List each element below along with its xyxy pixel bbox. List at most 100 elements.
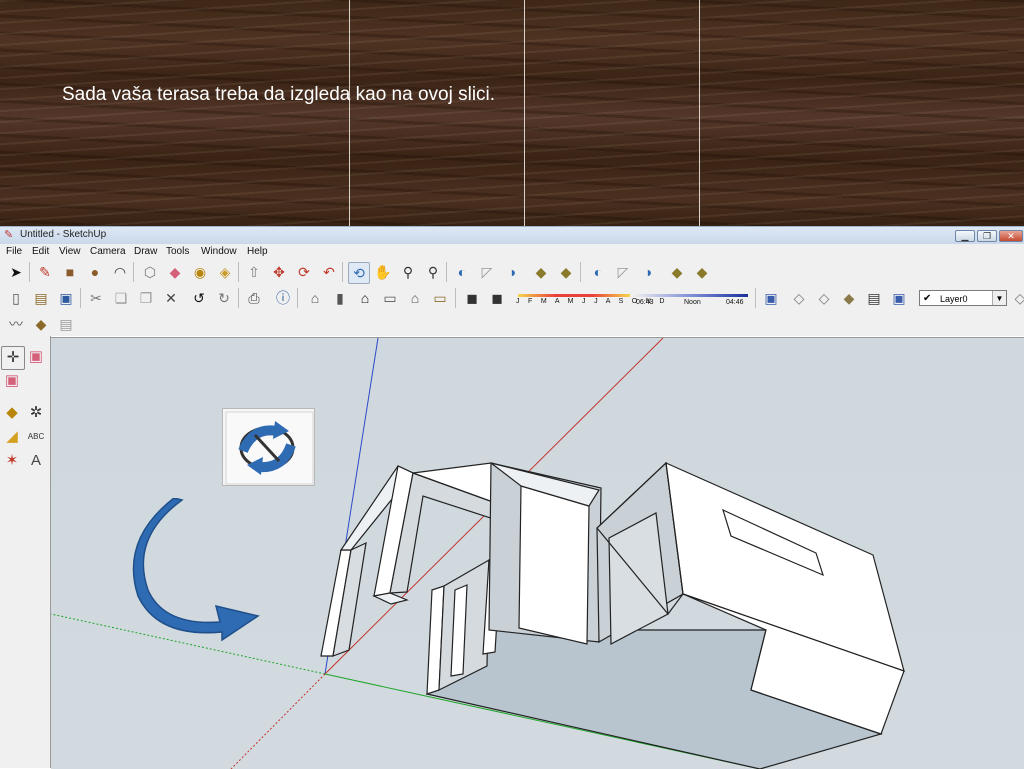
zoom-extents-icon[interactable]: ⚲ xyxy=(423,262,443,282)
toolbar-sandbox: 〰 ◆ ▤ xyxy=(0,311,1024,336)
slide-banner: Sada vaša terasa treba da izgleda kao na… xyxy=(0,0,1024,226)
time-slider-bar[interactable] xyxy=(634,294,748,297)
select-arrow-icon[interactable]: ➤ xyxy=(6,262,26,282)
left-view-icon[interactable]: ▭ xyxy=(430,288,450,308)
menu-view[interactable]: View xyxy=(59,246,81,257)
next-view-icon[interactable]: ◸ xyxy=(477,262,497,282)
move-icon[interactable]: ✥ xyxy=(269,262,289,282)
zoom-icon[interactable]: ⚲ xyxy=(398,262,418,282)
redo-icon[interactable]: ↻ xyxy=(214,288,234,308)
chevron-down-icon[interactable]: ▼ xyxy=(992,291,1006,305)
layer-select[interactable]: ✔ Layer0 ▼ xyxy=(919,290,1007,306)
push-pull-icon[interactable]: ⇧ xyxy=(244,262,264,282)
eraser-icon[interactable]: ◆ xyxy=(165,262,185,282)
left-toolbar: ✛ ▣ ▣ ◆ ✲ ◢ ABC ✶ A xyxy=(0,336,51,768)
3d-text-icon[interactable]: ABC xyxy=(25,426,47,448)
walk-icon[interactable]: ◑ xyxy=(502,262,522,282)
hidden-line-icon[interactable]: ◇ xyxy=(814,288,834,308)
position-camera-icon[interactable]: ◐ xyxy=(588,262,608,282)
shadow-timeline[interactable]: J F M A M J J A S O N D 06:43 Noon 04:46 xyxy=(514,294,750,310)
look-around-icon[interactable]: ◆ xyxy=(531,262,551,282)
axes-tool-icon[interactable]: ✶ xyxy=(1,450,23,472)
menu-edit[interactable]: Edit xyxy=(32,246,49,257)
model-info-icon[interactable]: ⓘ xyxy=(273,288,293,308)
textured-icon[interactable]: ▤ xyxy=(864,288,884,308)
paint-bucket-icon[interactable]: ◈ xyxy=(215,262,235,282)
polygon-icon[interactable]: ⬡ xyxy=(140,262,160,282)
wall-base xyxy=(372,592,409,605)
open-file-icon[interactable]: ▤ xyxy=(31,288,51,308)
toolbar-separator xyxy=(238,288,239,308)
delete-icon[interactable]: ✕ xyxy=(161,288,181,308)
stamp-icon[interactable]: ◆ xyxy=(31,314,51,334)
back-view-icon[interactable]: ⌂ xyxy=(405,288,425,308)
orbit-icon xyxy=(225,411,314,485)
walk-icon[interactable]: ◆ xyxy=(667,262,687,282)
copy-icon[interactable]: ❏ xyxy=(111,288,131,308)
extents-icon[interactable]: ◑ xyxy=(638,262,658,282)
layer-visible-check: ✔ xyxy=(923,293,932,304)
protractor-icon[interactable]: ✲ xyxy=(25,402,47,424)
menu-file[interactable]: File xyxy=(6,246,22,257)
month-slider-bar[interactable] xyxy=(518,294,630,297)
menu-help[interactable]: Help xyxy=(247,246,268,257)
circle-icon[interactable]: ● xyxy=(85,262,105,282)
slide-caption: Sada vaša terasa treba da izgleda kao na… xyxy=(62,84,496,105)
toolbar-separator xyxy=(342,262,343,282)
time-end-label: 04:46 xyxy=(726,299,744,306)
plank-divider xyxy=(349,0,350,226)
paste-icon[interactable]: ❐ xyxy=(136,288,156,308)
shaded-icon[interactable]: ◆ xyxy=(839,288,859,308)
orbit-icon[interactable]: ⟲ xyxy=(348,262,370,284)
section-fill-icon[interactable]: ▣ xyxy=(1,370,23,392)
menu-draw[interactable]: Draw xyxy=(134,246,157,257)
fog-icon[interactable]: ◼ xyxy=(487,288,507,308)
sketchup-logo-icon: ✎ xyxy=(4,229,14,241)
menu-camera[interactable]: Camera xyxy=(90,246,126,257)
follow-me-icon[interactable]: ↶ xyxy=(319,262,339,282)
xray-icon[interactable]: ▣ xyxy=(761,288,781,308)
print-icon[interactable]: ⎙ xyxy=(244,288,264,308)
toolbar-drawing: ➤ ✎ ■ ● ◠ ⬡ ◆ ◉ ◈ ⇧ ✥ ⟳ ↶ ⟲ ✋ ⚲ ⚲ ◐ ◸ ◑ … xyxy=(0,259,1024,285)
time-noon-label: Noon xyxy=(684,299,701,306)
orbit-tool-icon[interactable]: A xyxy=(25,450,47,472)
menu-tools[interactable]: Tools xyxy=(166,246,189,257)
text-tool-icon[interactable]: ◢ xyxy=(1,426,23,448)
maximize-button[interactable]: ❐ xyxy=(977,230,997,242)
tape-measure-icon[interactable]: ◉ xyxy=(190,262,210,282)
axes-icon[interactable]: ✛ xyxy=(1,346,25,370)
front-view-icon[interactable]: ⌂ xyxy=(355,288,375,308)
iso-view-icon[interactable]: ⌂ xyxy=(305,288,325,308)
save-icon[interactable]: ▣ xyxy=(56,288,76,308)
freehand-icon[interactable]: 〰 xyxy=(6,314,26,334)
shadow-toggle-icon[interactable]: ◼ xyxy=(462,288,482,308)
layer-stack-icon[interactable]: ◸ xyxy=(613,262,633,282)
previous-view-icon[interactable]: ◐ xyxy=(452,262,472,282)
pan-icon[interactable]: ✋ xyxy=(373,262,393,282)
monochrome-icon[interactable]: ▣ xyxy=(889,288,909,308)
rotate-icon[interactable]: ⟳ xyxy=(294,262,314,282)
toolbar-standard: ▯ ▤ ▣ ✂ ❏ ❐ ✕ ↺ ↻ ⎙ ⓘ ⌂ ▮ ⌂ ▭ ⌂ ▭ ◼ ◼ ▣ … xyxy=(0,285,1024,311)
section-icon[interactable]: ▣ xyxy=(25,346,47,368)
rectangle-icon[interactable]: ■ xyxy=(60,262,80,282)
drape-icon[interactable]: ▤ xyxy=(56,314,76,334)
wireframe-icon[interactable]: ◇ xyxy=(789,288,809,308)
toolbar-separator xyxy=(297,288,298,308)
red-axis-negative xyxy=(230,673,326,769)
toolbar-separator xyxy=(446,262,447,282)
right-view-icon[interactable]: ▭ xyxy=(380,288,400,308)
new-file-icon[interactable]: ▯ xyxy=(6,288,26,308)
menu-window[interactable]: Window xyxy=(201,246,237,257)
cut-icon[interactable]: ✂ xyxy=(86,288,106,308)
arc-icon[interactable]: ◠ xyxy=(110,262,130,282)
pencil-icon[interactable]: ✎ xyxy=(35,262,55,282)
minimize-button[interactable]: ▁ xyxy=(955,230,975,242)
undo-icon[interactable]: ↺ xyxy=(189,288,209,308)
layer-manager-icon[interactable]: ◇ xyxy=(1010,288,1024,308)
close-button[interactable]: ✕ xyxy=(999,230,1023,242)
section-plane-icon[interactable]: ◆ xyxy=(556,262,576,282)
dimension-icon[interactable]: ◆ xyxy=(1,402,23,424)
top-view-icon[interactable]: ▮ xyxy=(330,288,350,308)
look-around-icon[interactable]: ◆ xyxy=(692,262,712,282)
toolbar-separator xyxy=(755,288,756,308)
